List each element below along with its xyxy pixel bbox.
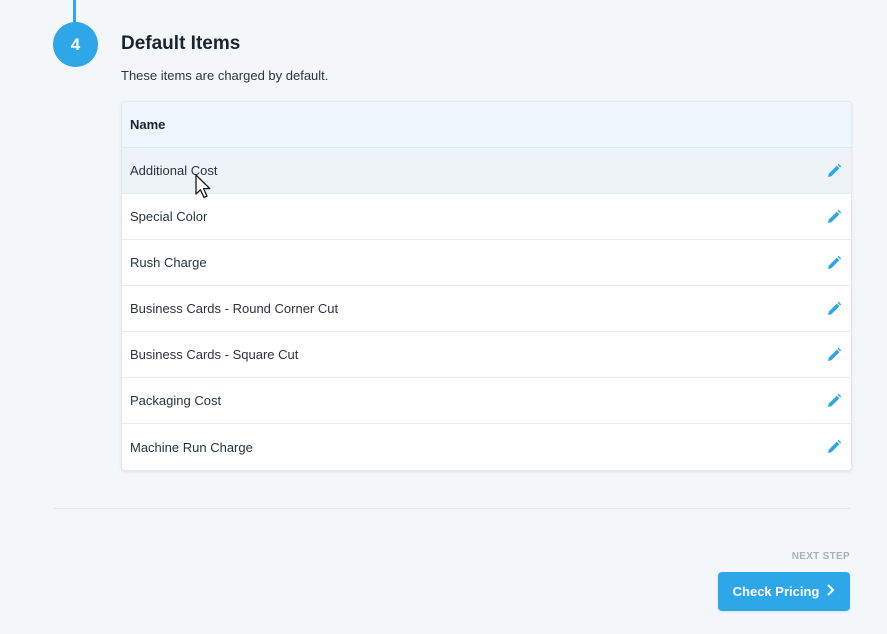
table-row[interactable]: Machine Run Charge: [122, 424, 851, 470]
table-row[interactable]: Additional Cost: [122, 148, 851, 194]
table-row[interactable]: Rush Charge: [122, 240, 851, 286]
pencil-edit-icon[interactable]: [825, 254, 843, 272]
check-pricing-button[interactable]: Check Pricing: [718, 572, 850, 611]
pencil-edit-icon[interactable]: [825, 346, 843, 364]
section-divider: [54, 508, 850, 509]
row-name: Business Cards - Round Corner Cut: [130, 301, 339, 316]
row-name: Additional Cost: [130, 163, 218, 178]
pencil-edit-icon[interactable]: [825, 162, 843, 180]
row-name: Business Cards - Square Cut: [130, 347, 299, 362]
row-name: Rush Charge: [130, 255, 207, 270]
table-row[interactable]: Business Cards - Square Cut: [122, 332, 851, 378]
pencil-edit-icon[interactable]: [825, 438, 843, 456]
check-pricing-label: Check Pricing: [732, 584, 820, 599]
step-number-badge: 4: [53, 22, 98, 67]
default-items-table: Name Additional Cost Special Color Rush …: [121, 101, 852, 471]
table-header: Name: [122, 102, 851, 148]
section-title: Default Items: [121, 33, 241, 54]
pencil-edit-icon[interactable]: [825, 208, 843, 226]
step-connector-line: [73, 0, 76, 24]
table-row[interactable]: Business Cards - Round Corner Cut: [122, 286, 851, 332]
table-row[interactable]: Special Color: [122, 194, 851, 240]
row-name: Packaging Cost: [130, 393, 222, 408]
chevron-right-icon: [827, 584, 835, 599]
section-description: These items are charged by default.: [121, 68, 329, 83]
pencil-edit-icon[interactable]: [825, 392, 843, 410]
row-name: Special Color: [130, 209, 208, 224]
next-step-label: NEXT STEP: [791, 551, 850, 562]
table-row[interactable]: Packaging Cost: [122, 378, 851, 424]
row-name: Machine Run Charge: [130, 439, 253, 455]
pencil-edit-icon[interactable]: [825, 300, 843, 318]
column-header-name: Name: [130, 117, 166, 132]
